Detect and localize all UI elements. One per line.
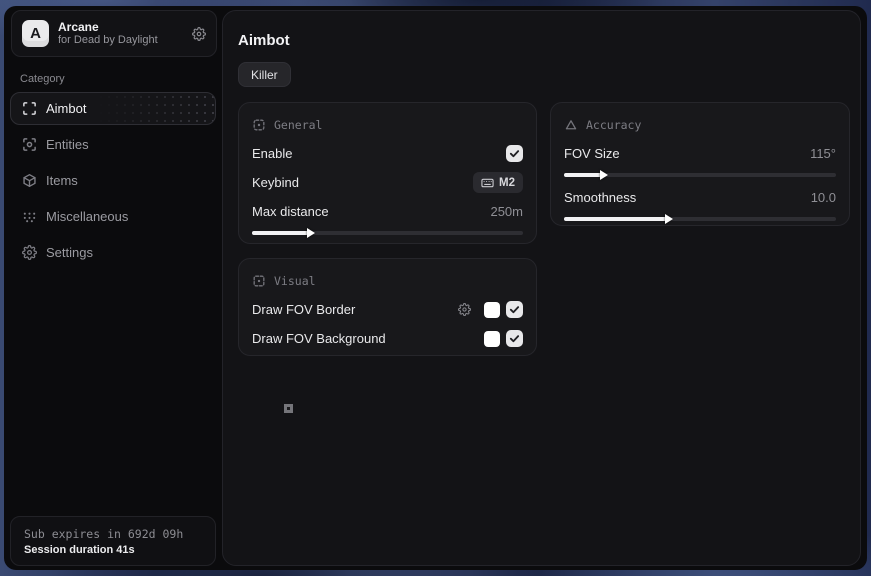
visual-card: Visual Draw FOV Border Draw FOV Backgrou… — [238, 258, 537, 356]
resize-handle-dot[interactable] — [284, 404, 293, 413]
focus-dot-icon — [252, 118, 266, 132]
app-subtitle: for Dead by Daylight — [58, 34, 192, 47]
dot-pattern — [97, 93, 215, 124]
gear-icon — [22, 245, 37, 260]
sidebar-item-label: Miscellaneous — [46, 209, 128, 224]
session-duration-text: Session duration 41s — [24, 542, 202, 558]
sidebar-item-miscellaneous[interactable]: Miscellaneous — [10, 200, 216, 233]
subscription-card: Sub expires in 692d 09h Session duration… — [10, 516, 216, 566]
fov-border-checkbox[interactable] — [506, 301, 523, 318]
tab-killer[interactable]: Killer — [238, 62, 291, 87]
visual-card-header: Visual — [252, 273, 523, 289]
fov-background-row: Draw FOV Background — [252, 324, 523, 353]
keybind-label: Keybind — [252, 175, 299, 190]
smoothness-slider[interactable] — [564, 217, 836, 221]
brand-card: A Arcane for Dead by Daylight — [11, 10, 217, 57]
max-distance-slider[interactable] — [252, 231, 523, 235]
category-label: Category — [20, 73, 65, 85]
crosshair-scan-icon — [22, 101, 37, 116]
check-icon — [509, 148, 520, 159]
smoothness-label: Smoothness — [564, 190, 636, 205]
sidebar-item-label: Entities — [46, 137, 89, 152]
fov-background-label: Draw FOV Background — [252, 331, 386, 346]
general-card: General Enable Keybind M2 Max distance 2… — [238, 102, 537, 244]
sidebar-item-label: Items — [46, 173, 78, 188]
fov-background-checkbox[interactable] — [506, 330, 523, 347]
card-header-label: Accuracy — [586, 118, 641, 132]
gear-icon[interactable] — [192, 27, 206, 41]
frame-dot-icon — [252, 274, 266, 288]
fov-size-slider[interactable] — [564, 173, 836, 177]
sidebar-item-settings[interactable]: Settings — [10, 236, 216, 269]
sidebar-nav: Aimbot Entities Items Miscellaneous Sett… — [10, 92, 216, 272]
brand-text: Arcane for Dead by Daylight — [58, 20, 192, 47]
check-icon — [509, 333, 520, 344]
dots-grid-icon — [22, 209, 37, 224]
enable-checkbox[interactable] — [506, 145, 523, 162]
app-name: Arcane — [58, 20, 192, 34]
accuracy-card: Accuracy FOV Size 115° Smoothness 10.0 — [550, 102, 850, 226]
app-logo: A — [22, 20, 49, 47]
max-distance-value: 250m — [490, 204, 523, 219]
enable-row: Enable — [252, 139, 523, 168]
sub-expires-text: Sub expires in 692d 09h — [24, 526, 202, 542]
entity-scan-icon — [22, 137, 37, 152]
fov-border-row: Draw FOV Border — [252, 295, 523, 324]
smoothness-value: 10.0 — [811, 190, 836, 205]
slider-thumb[interactable] — [600, 170, 608, 180]
max-distance-label: Max distance — [252, 204, 329, 219]
check-icon — [509, 304, 520, 315]
fov-background-color-swatch[interactable] — [484, 331, 500, 347]
slider-thumb[interactable] — [665, 214, 673, 224]
fov-border-settings-gear-icon[interactable] — [458, 303, 471, 316]
keyboard-icon — [481, 178, 494, 188]
max-distance-row: Max distance 250m — [252, 197, 523, 226]
sidebar-item-label: Settings — [46, 245, 93, 260]
accuracy-card-header: Accuracy — [564, 117, 836, 133]
main-panel: Aimbot Killer General Enable Keybind M — [222, 10, 861, 566]
card-header-label: Visual — [274, 274, 316, 288]
fov-size-label: FOV Size — [564, 146, 620, 161]
card-header-label: General — [274, 118, 322, 132]
slider-fill — [564, 173, 602, 177]
slider-fill — [564, 217, 667, 221]
page-title: Aimbot — [238, 32, 290, 49]
fov-size-row: FOV Size 115° — [564, 139, 836, 168]
sidebar-item-items[interactable]: Items — [10, 164, 216, 197]
keybind-value: M2 — [499, 177, 515, 189]
fov-border-color-swatch[interactable] — [484, 302, 500, 318]
keybind-row: Keybind M2 — [252, 168, 523, 197]
package-icon — [22, 173, 37, 188]
enable-label: Enable — [252, 146, 292, 161]
sidebar-item-aimbot[interactable]: Aimbot — [10, 92, 216, 125]
sidebar-item-entities[interactable]: Entities — [10, 128, 216, 161]
keybind-button[interactable]: M2 — [473, 172, 523, 193]
app-window: A Arcane for Dead by Daylight Category A… — [4, 6, 867, 570]
fov-size-value: 115° — [810, 146, 836, 161]
fov-border-label: Draw FOV Border — [252, 302, 355, 317]
triangle-icon — [564, 118, 578, 132]
sidebar-item-label: Aimbot — [46, 101, 86, 116]
smoothness-row: Smoothness 10.0 — [564, 183, 836, 212]
slider-fill — [252, 231, 309, 235]
slider-thumb[interactable] — [307, 228, 315, 238]
general-card-header: General — [252, 117, 523, 133]
